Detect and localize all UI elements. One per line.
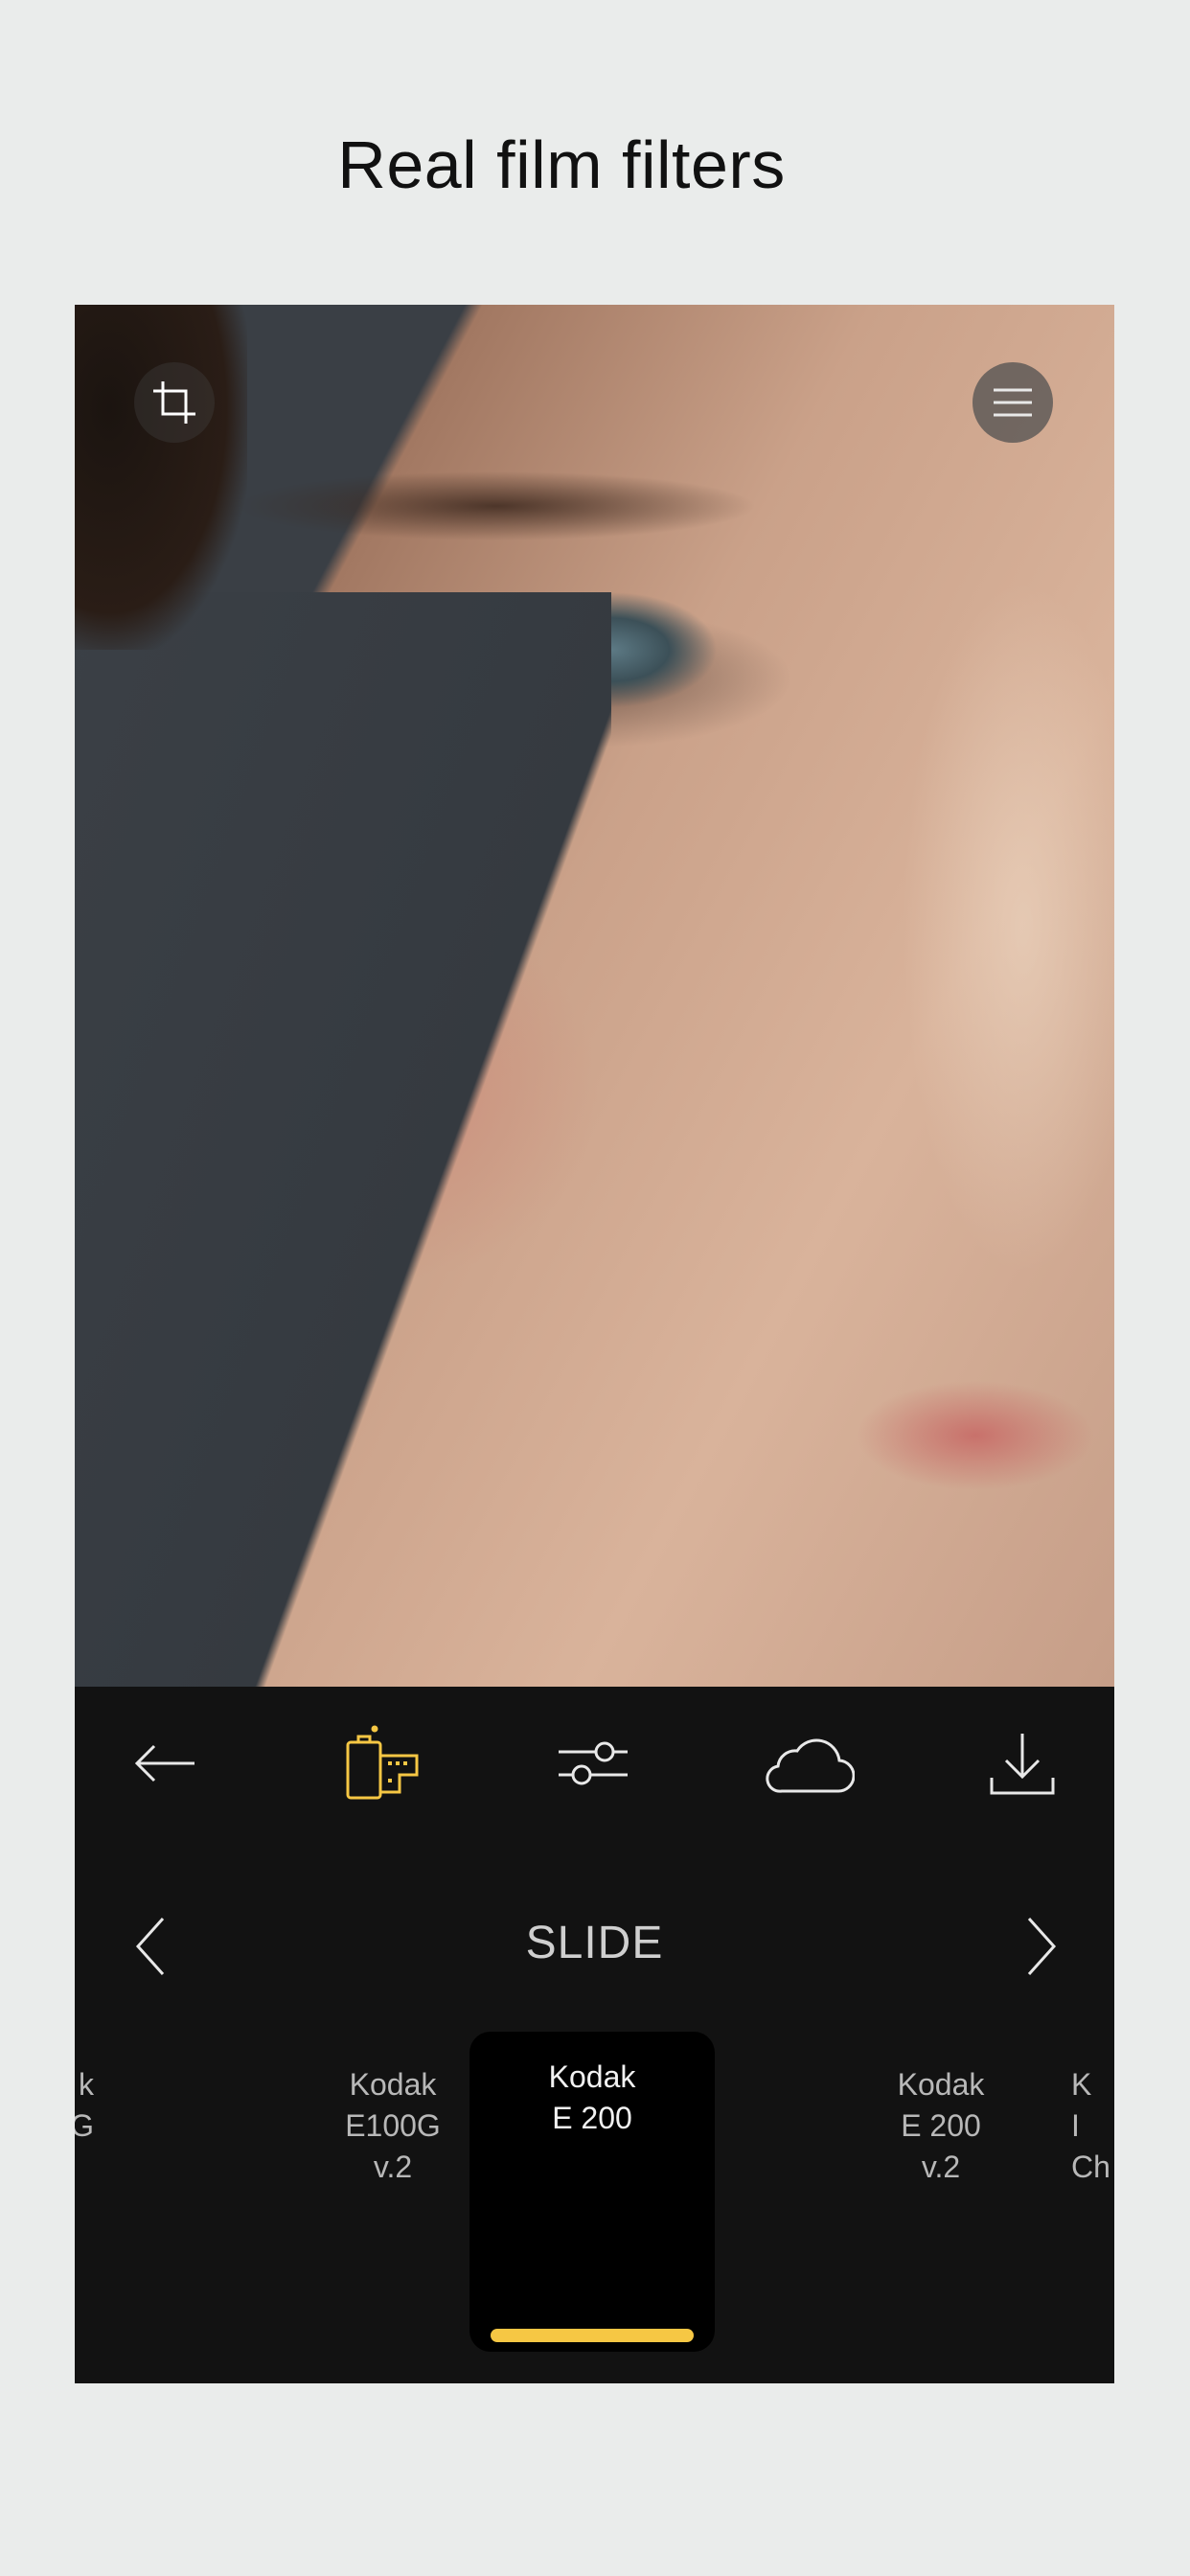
photo-background-shadow — [75, 592, 611, 1687]
preset-line: k — [79, 2067, 94, 2102]
cloud-button[interactable] — [751, 1687, 866, 1840]
preset-item[interactable]: K I Ch — [1071, 2039, 1114, 2188]
arrow-left-icon — [134, 1744, 195, 1782]
preset-line: Kodak — [548, 2059, 636, 2094]
cloud-icon — [766, 1738, 855, 1793]
preset-line: K — [1071, 2067, 1092, 2102]
download-button[interactable] — [965, 1687, 1080, 1840]
adjust-button[interactable] — [536, 1687, 651, 1840]
preset-item[interactable]: k G — [75, 2039, 94, 2147]
headline: Real film filters — [337, 127, 786, 202]
preset-item[interactable]: Kodak E 200 v.2 — [816, 2039, 1065, 2188]
preset-line: v.2 — [921, 2150, 961, 2184]
photo-hair — [75, 305, 247, 650]
preset-line: G — [75, 2108, 94, 2143]
crop-button[interactable] — [134, 362, 215, 443]
menu-button[interactable] — [973, 362, 1053, 443]
preset-line: E 200 — [901, 2108, 981, 2143]
hamburger-menu-icon — [994, 388, 1032, 417]
portrait-photo — [75, 305, 1114, 1687]
crop-icon — [153, 381, 195, 424]
bottom-toolbar — [75, 1687, 1114, 1840]
back-button[interactable] — [107, 1687, 222, 1840]
preset-carousel: k G Kodak E100G v.2 Kodak E 200 Kodak E … — [75, 2032, 1114, 2352]
sliders-icon — [559, 1741, 628, 1785]
preset-line: Ch — [1071, 2150, 1110, 2184]
category-label: SLIDE — [525, 1918, 664, 1968]
app-screen: SLIDE k G Kodak E100G v.2 Kodak E 200 Ko… — [75, 305, 1114, 2383]
preset-line: I — [1071, 2108, 1080, 2143]
preset-item-selected[interactable]: Kodak E 200 — [469, 2032, 715, 2352]
category-selector: SLIDE — [75, 1896, 1114, 1991]
chevron-right-icon[interactable] — [1010, 1913, 1067, 1980]
download-icon — [990, 1734, 1055, 1795]
film-button[interactable] — [322, 1687, 437, 1840]
preset-line: Kodak — [897, 2067, 985, 2102]
selected-indicator — [491, 2329, 694, 2342]
film-canister-icon — [346, 1725, 419, 1800]
preset-line: E 200 — [552, 2101, 632, 2135]
